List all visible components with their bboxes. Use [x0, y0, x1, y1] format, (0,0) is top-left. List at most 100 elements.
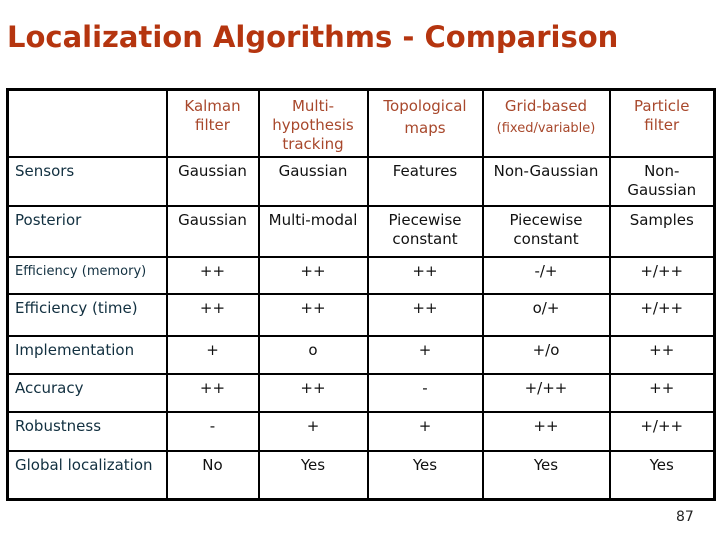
table-cell: Yes [608, 449, 716, 501]
cell-line: - [209, 416, 216, 435]
cell-line: o [308, 340, 318, 359]
table-cell: Piecewise constant [481, 204, 611, 258]
table-cell: Samples [608, 204, 716, 258]
table-cell: + [366, 334, 484, 375]
cell-line: ++ [199, 298, 226, 317]
table-cell: +/++ [608, 292, 716, 337]
row-label: Posterior [6, 204, 168, 258]
row-label: Accuracy [6, 372, 168, 413]
header-row: Kalman filter Multi- hypothesis tracking… [6, 88, 716, 158]
table-cell: ++ [366, 255, 484, 295]
cell-line: Gaussian [278, 161, 348, 180]
table-cell: Non-Gaussian [481, 155, 611, 207]
cell-line: ++ [300, 378, 326, 397]
table-row: Efficiency (time) ++ ++ ++ o/+ +/++ [6, 292, 716, 337]
table-cell: Multi-modal [257, 204, 369, 258]
table-cell: ++ [165, 292, 260, 337]
row-label: Global localization [6, 449, 168, 501]
cell-line: Features [392, 161, 458, 180]
cell-line: + [306, 416, 320, 435]
cell-line: constant [392, 229, 458, 248]
table-cell: Gaussian [257, 155, 369, 207]
table-cell: + [165, 334, 260, 375]
header-line: tracking [282, 135, 344, 153]
cell-line: ++ [649, 378, 675, 397]
corner-cell [6, 88, 168, 158]
table-row: Implementation + o + +/o ++ [6, 334, 716, 375]
table-cell: -/+ [481, 255, 611, 295]
header-line: hypothesis [272, 116, 354, 134]
cell-line: ++ [199, 378, 226, 397]
cell-line: - [422, 378, 428, 397]
comparison-table: Kalman filter Multi- hypothesis tracking… [6, 88, 716, 501]
header-line: Kalman [184, 97, 241, 115]
table-cell: + [257, 410, 369, 452]
cell-line: + [418, 416, 432, 435]
table-row: Robustness - + + ++ +/++ [6, 410, 716, 452]
header-line: filter [195, 116, 230, 134]
cell-line: ++ [300, 261, 326, 280]
row-label: Efficiency (memory) [6, 255, 168, 295]
table-cell: +/++ [608, 255, 716, 295]
slide-title: Localization Algorithms - Comparison [7, 20, 619, 54]
row-label: Implementation [6, 334, 168, 375]
table-cell: ++ [165, 255, 260, 295]
cell-line: Piecewise [388, 210, 462, 229]
header-line: Particle [634, 97, 690, 115]
cell-line: +/++ [640, 416, 684, 435]
table-row: Accuracy ++ ++ - +/++ ++ [6, 372, 716, 413]
table-cell: ++ [608, 372, 716, 413]
cell-line: No [202, 455, 223, 474]
table-cell: o [257, 334, 369, 375]
table-cell: ++ [257, 372, 369, 413]
cell-line: -/+ [534, 261, 558, 280]
cell-line: Non-Gaussian [493, 161, 599, 180]
header-line: filter [644, 116, 680, 134]
cell-line: +/++ [640, 261, 684, 280]
cell-line: + [206, 340, 219, 359]
cell-line: Yes [412, 455, 438, 474]
column-header-particle-filter: Particle filter [608, 88, 716, 158]
table-cell: Yes [257, 449, 369, 501]
table-row: Efficiency (memory) ++ ++ ++ -/+ +/++ [6, 255, 716, 295]
table-cell: +/++ [608, 410, 716, 452]
cell-line: Yes [300, 455, 326, 474]
table-cell: Non-Gaussian [608, 155, 716, 207]
cell-line: Piecewise [509, 210, 583, 229]
table-row: Global localization No Yes Yes Yes Yes [6, 449, 716, 501]
cell-line: Yes [533, 455, 559, 474]
table-cell: Gaussian [165, 155, 260, 207]
cell-line: Yes [649, 455, 674, 474]
cell-line: Multi-modal [268, 210, 358, 229]
cell-line: ++ [412, 261, 438, 280]
cell-line: ++ [412, 298, 438, 317]
table-cell: - [165, 410, 260, 452]
table-cell: Features [366, 155, 484, 207]
table-cell: ++ [481, 410, 611, 452]
table-row: Posterior Gaussian Multi-modal Piecewise con… [6, 204, 716, 258]
cell-line: Gaussian [178, 161, 247, 180]
table-cell: Yes [366, 449, 484, 501]
table-cell: Gaussian [165, 204, 260, 258]
page-number: 87 [676, 509, 694, 525]
table-cell: ++ [608, 334, 716, 375]
column-header-topological-maps: Topological maps [366, 88, 484, 158]
table-cell: ++ [257, 292, 369, 337]
cell-line: +/++ [640, 298, 684, 317]
row-label: Robustness [6, 410, 168, 452]
cell-line: +/++ [524, 378, 568, 397]
header-line: Topological [383, 97, 467, 115]
table-cell: ++ [257, 255, 369, 295]
table-cell: +/++ [481, 372, 611, 413]
header-line: Multi- [291, 97, 335, 115]
table-cell: - [366, 372, 484, 413]
column-header-grid-based: Grid-based (fixed/variable) [481, 88, 611, 158]
cell-line: constant [513, 229, 579, 248]
header-line: Grid-based [504, 97, 588, 115]
row-label: Efficiency (time) [6, 292, 168, 337]
table-cell: ++ [366, 292, 484, 337]
cell-line: Gaussian [627, 180, 697, 199]
cell-line: o/+ [532, 298, 560, 317]
column-header-multi-hypothesis-tracking: Multi- hypothesis tracking [257, 88, 369, 158]
table-cell: ++ [165, 372, 260, 413]
